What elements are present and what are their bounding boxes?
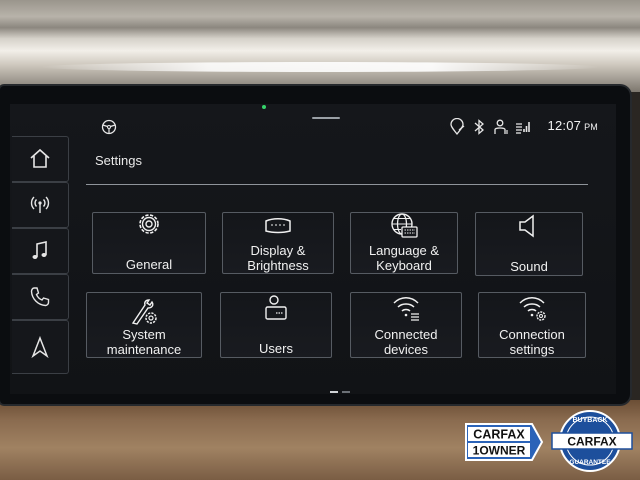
globe-keyboard-icon (391, 213, 418, 238)
page-dot (342, 391, 350, 393)
page-title: Settings (95, 153, 142, 168)
seal-top-text: BUYBACK (573, 417, 608, 424)
wifi-gear-icon (519, 297, 546, 321)
tile-connected-devices[interactable]: Connected devices (350, 292, 462, 358)
music-note-icon (32, 241, 47, 259)
user-icon (494, 119, 508, 134)
rail-home-button[interactable] (12, 136, 69, 182)
carfax-one-owner-badge: CARFAX 1OWNER (465, 423, 544, 461)
radio-icon (30, 196, 50, 213)
user-card-icon (265, 295, 287, 320)
rail-radio-button[interactable] (12, 182, 69, 228)
tile-label: General (125, 257, 173, 272)
phone-signal-icon (516, 122, 530, 134)
gear-icon (139, 214, 159, 234)
rail-music-button[interactable] (12, 228, 69, 274)
tile-general[interactable]: General (92, 212, 206, 274)
rail-navigation-button[interactable] (12, 320, 69, 374)
bluetooth-icon (474, 119, 484, 135)
header-divider (86, 184, 588, 185)
tile-label-line1: System (122, 327, 166, 342)
tile-label-line2: maintenance (106, 342, 182, 357)
tile-label: Users (259, 341, 293, 356)
dashboard-trim-top (0, 0, 640, 92)
speaker-icon (519, 214, 534, 238)
carfax-buyback-guarantee-seal: BUYBACK CARFAX GUARANTEE (551, 410, 633, 472)
rail-phone-button[interactable] (12, 274, 69, 320)
clock: 12:07 PM (548, 118, 598, 133)
dashboard-trim-bottom (0, 400, 640, 480)
steering-wheel-icon[interactable] (100, 118, 118, 136)
camera-indicator-light (262, 105, 266, 109)
trim-reflection (40, 62, 600, 72)
one-owner-text: 1OWNER (473, 444, 526, 458)
status-bar: 12:07 PM (96, 112, 606, 142)
tile-label-line2: devices (383, 342, 429, 357)
tile-users[interactable]: Users (220, 292, 332, 358)
display-icon (265, 218, 291, 234)
page-dot-active (330, 391, 338, 393)
wifi-list-icon (393, 297, 419, 321)
tile-label-line1: Display & (250, 243, 306, 258)
location-pin-icon (450, 118, 465, 136)
clock-time: 12:07 (547, 118, 582, 133)
tile-connection-settings[interactable]: Connection settings (478, 292, 586, 358)
phone-icon (30, 287, 50, 307)
tile-label-line1: Connected (374, 327, 438, 342)
tile-label-line2: Keyboard (376, 258, 432, 273)
tile-display-brightness[interactable]: Display & Brightness (222, 212, 334, 274)
tile-label: Sound (510, 259, 548, 274)
tile-sound[interactable]: Sound (475, 212, 583, 276)
navigation-arrow-icon (31, 335, 49, 359)
side-navigation-rail (12, 136, 70, 374)
tile-language-keyboard[interactable]: Language & Keyboard (350, 212, 458, 274)
page-indicator[interactable] (330, 378, 354, 397)
home-icon (30, 148, 50, 168)
carfax-wordmark: CARFAX (473, 428, 525, 442)
seal-bottom-text: GUARANTEE (569, 459, 611, 466)
clock-ampm: PM (584, 122, 598, 132)
tile-label-line2: settings (509, 342, 555, 357)
tile-label-line2: Brightness (247, 258, 309, 273)
tile-label-line1: Connection (499, 327, 565, 342)
tile-system-maintenance[interactable]: System maintenance (86, 292, 202, 358)
tile-label-line1: Language & (368, 243, 440, 258)
seal-wordmark: CARFAX (567, 435, 616, 449)
tools-gear-icon (131, 299, 157, 325)
